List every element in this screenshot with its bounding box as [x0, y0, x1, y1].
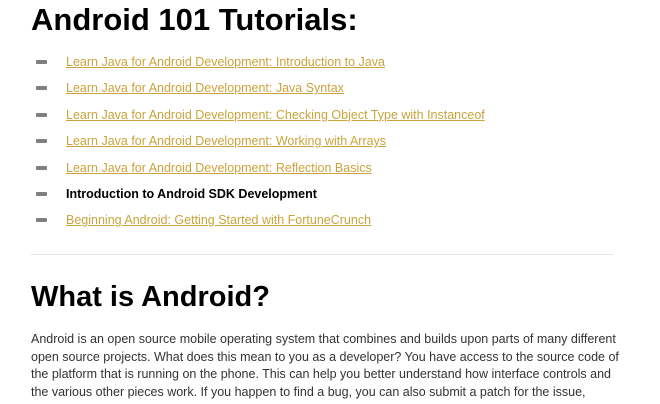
section-divider — [31, 254, 613, 255]
bullet-icon — [36, 218, 47, 223]
list-item: Learn Java for Android Development: Work… — [0, 128, 660, 154]
intro-paragraph: Android is an open source mobile operati… — [31, 331, 631, 401]
tutorial-link-intro-java[interactable]: Learn Java for Android Development: Intr… — [66, 54, 385, 70]
list-item: Learn Java for Android Development: Chec… — [0, 102, 660, 128]
bullet-icon — [36, 60, 47, 64]
list-item: Learn Java for Android Development: Refl… — [0, 155, 660, 181]
paragraph-line: open source projects. What does this mea… — [31, 349, 619, 364]
bullet-icon — [36, 139, 47, 144]
tutorial-list: Learn Java for Android Development: Intr… — [0, 49, 660, 234]
article-page: Android 101 Tutorials: Learn Java for An… — [0, 0, 660, 404]
list-item: Learn Java for Android Development: Java… — [0, 75, 660, 101]
tutorial-link-fortunecrunch[interactable]: Beginning Android: Getting Started with … — [66, 212, 371, 228]
tutorial-current-item: Introduction to Android SDK Development — [66, 186, 317, 201]
tutorial-link-java-syntax[interactable]: Learn Java for Android Development: Java… — [66, 80, 344, 96]
tutorial-link-arrays[interactable]: Learn Java for Android Development: Work… — [66, 133, 386, 149]
paragraph-line: Android is an open source mobile operati… — [31, 332, 616, 346]
tutorials-heading: Android 101 Tutorials: — [31, 2, 358, 37]
list-item: Learn Java for Android Development: Intr… — [0, 49, 660, 75]
bullet-icon — [36, 112, 47, 117]
bullet-icon — [36, 86, 47, 91]
bullet-icon — [36, 191, 47, 196]
tutorial-link-reflection[interactable]: Learn Java for Android Development: Refl… — [66, 160, 372, 176]
bullet-icon — [36, 165, 47, 170]
list-item: Beginning Android: Getting Started with … — [0, 207, 660, 233]
paragraph-line: the various other pieces work. If you ha… — [31, 384, 586, 399]
paragraph-line: the platform that is running on the phon… — [31, 367, 611, 382]
list-item: Introduction to Android SDK Development — [0, 181, 660, 207]
section-title: What is Android? — [31, 281, 270, 313]
tutorial-link-instanceof[interactable]: Learn Java for Android Development: Chec… — [66, 107, 485, 123]
